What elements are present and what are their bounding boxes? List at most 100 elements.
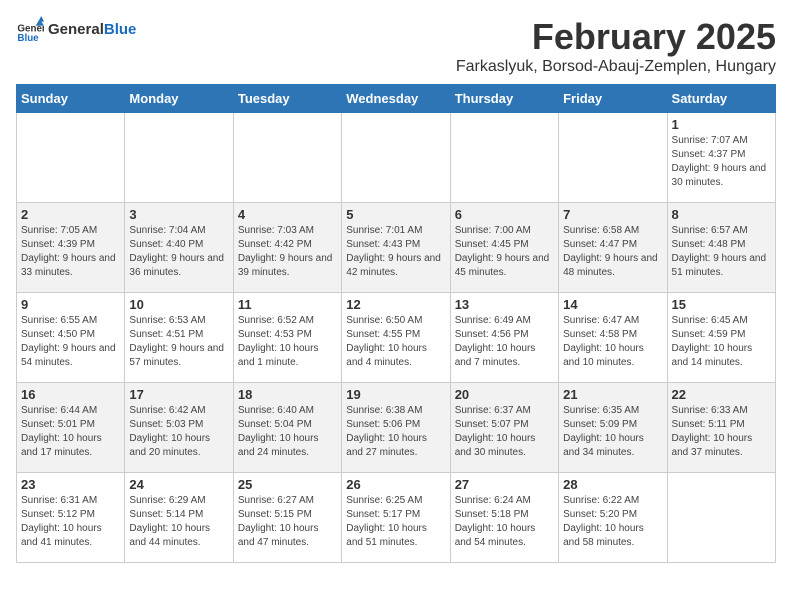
weekday-header-tuesday: Tuesday [233, 85, 341, 113]
logo: General Blue GeneralBlue [16, 16, 136, 44]
calendar-cell: 14 Sunrise: 6:47 AM Sunset: 4:58 PM Dayli… [559, 293, 667, 383]
weekday-header-sunday: Sunday [17, 85, 125, 113]
weekday-header-row: SundayMondayTuesdayWednesdayThursdayFrid… [17, 85, 776, 113]
calendar-cell [342, 113, 450, 203]
calendar-cell: 16 Sunrise: 6:44 AM Sunset: 5:01 PM Dayli… [17, 383, 125, 473]
day-info: Sunrise: 6:24 AM Sunset: 5:18 PM Dayligh… [455, 494, 554, 550]
day-info: Sunrise: 6:33 AM Sunset: 5:11 PM Dayligh… [672, 404, 771, 460]
day-info: Sunrise: 6:47 AM Sunset: 4:58 PM Dayligh… [563, 314, 662, 370]
calendar-cell: 27 Sunrise: 6:24 AM Sunset: 5:18 PM Dayli… [450, 473, 558, 563]
calendar-cell: 9 Sunrise: 6:55 AM Sunset: 4:50 PM Daylig… [17, 293, 125, 383]
calendar-cell: 25Sunrise: 6:27 AM Sunset: 5:15 PM Dayli… [233, 473, 341, 563]
calendar-cell: 15 Sunrise: 6:45 AM Sunset: 4:59 PM Dayli… [667, 293, 775, 383]
day-info: Sunrise: 7:03 AM Sunset: 4:42 PM Dayligh… [238, 224, 337, 280]
calendar-cell: 7 Sunrise: 6:58 AM Sunset: 4:47 PM Daylig… [559, 203, 667, 293]
day-number: 27 [455, 477, 554, 492]
day-number: 16 [21, 387, 120, 402]
svg-text:Blue: Blue [17, 33, 39, 44]
calendar-cell: 10 Sunrise: 6:53 AM Sunset: 4:51 PM Dayli… [125, 293, 233, 383]
weekday-header-thursday: Thursday [450, 85, 558, 113]
calendar-cell [667, 473, 775, 563]
day-info: Sunrise: 6:58 AM Sunset: 4:47 PM Dayligh… [563, 224, 662, 280]
calendar-cell: 4 Sunrise: 7:03 AM Sunset: 4:42 PM Daylig… [233, 203, 341, 293]
calendar-cell [17, 113, 125, 203]
day-info: Sunrise: 6:22 AM Sunset: 5:20 PM Dayligh… [563, 494, 662, 550]
calendar-week-row: 9 Sunrise: 6:55 AM Sunset: 4:50 PM Daylig… [17, 293, 776, 383]
day-number: 6 [455, 207, 554, 222]
day-number: 4 [238, 207, 337, 222]
day-number: 13 [455, 297, 554, 312]
calendar-cell [559, 113, 667, 203]
day-number: 17 [129, 387, 228, 402]
calendar-cell: 23Sunrise: 6:31 AM Sunset: 5:12 PM Dayli… [17, 473, 125, 563]
calendar-cell: 11 Sunrise: 6:52 AM Sunset: 4:53 PM Dayli… [233, 293, 341, 383]
calendar-cell: 20Sunrise: 6:37 AM Sunset: 5:07 PM Dayli… [450, 383, 558, 473]
day-info: Sunrise: 6:45 AM Sunset: 4:59 PM Dayligh… [672, 314, 771, 370]
day-info: Sunrise: 6:31 AM Sunset: 5:12 PM Dayligh… [21, 494, 120, 550]
calendar-cell: 21 Sunrise: 6:35 AM Sunset: 5:09 PM Dayli… [559, 383, 667, 473]
calendar-cell: 19Sunrise: 6:38 AM Sunset: 5:06 PM Dayli… [342, 383, 450, 473]
calendar-cell: 18 Sunrise: 6:40 AM Sunset: 5:04 PM Dayli… [233, 383, 341, 473]
day-info: Sunrise: 6:40 AM Sunset: 5:04 PM Dayligh… [238, 404, 337, 460]
day-number: 8 [672, 207, 771, 222]
day-number: 12 [346, 297, 445, 312]
day-info: Sunrise: 6:55 AM Sunset: 4:50 PM Dayligh… [21, 314, 120, 370]
logo-icon: General Blue [16, 16, 44, 44]
day-number: 10 [129, 297, 228, 312]
day-info: Sunrise: 6:57 AM Sunset: 4:48 PM Dayligh… [672, 224, 771, 280]
day-info: Sunrise: 6:52 AM Sunset: 4:53 PM Dayligh… [238, 314, 337, 370]
day-number: 21 [563, 387, 662, 402]
day-info: Sunrise: 7:01 AM Sunset: 4:43 PM Dayligh… [346, 224, 445, 280]
day-number: 18 [238, 387, 337, 402]
calendar-cell: 22 Sunrise: 6:33 AM Sunset: 5:11 PM Dayli… [667, 383, 775, 473]
day-number: 11 [238, 297, 337, 312]
day-number: 3 [129, 207, 228, 222]
day-info: Sunrise: 7:05 AM Sunset: 4:39 PM Dayligh… [21, 224, 120, 280]
weekday-header-saturday: Saturday [667, 85, 775, 113]
calendar-cell: 17 Sunrise: 6:42 AM Sunset: 5:03 PM Dayli… [125, 383, 233, 473]
day-info: Sunrise: 6:44 AM Sunset: 5:01 PM Dayligh… [21, 404, 120, 460]
day-number: 22 [672, 387, 771, 402]
day-info: Sunrise: 6:42 AM Sunset: 5:03 PM Dayligh… [129, 404, 228, 460]
day-number: 14 [563, 297, 662, 312]
calendar-cell: 26 Sunrise: 6:25 AM Sunset: 5:17 PM Dayli… [342, 473, 450, 563]
month-title: February 2025 [456, 16, 776, 58]
day-number: 1 [672, 117, 771, 132]
day-number: 24 [129, 477, 228, 492]
day-number: 5 [346, 207, 445, 222]
day-info: Sunrise: 6:53 AM Sunset: 4:51 PM Dayligh… [129, 314, 228, 370]
day-info: Sunrise: 7:00 AM Sunset: 4:45 PM Dayligh… [455, 224, 554, 280]
calendar-cell [450, 113, 558, 203]
calendar-cell: 1Sunrise: 7:07 AM Sunset: 4:37 PM Daylig… [667, 113, 775, 203]
calendar-week-row: 2 Sunrise: 7:05 AM Sunset: 4:39 PM Daylig… [17, 203, 776, 293]
day-info: Sunrise: 6:25 AM Sunset: 5:17 PM Dayligh… [346, 494, 445, 550]
day-number: 7 [563, 207, 662, 222]
weekday-header-monday: Monday [125, 85, 233, 113]
calendar-cell [233, 113, 341, 203]
day-number: 2 [21, 207, 120, 222]
calendar-week-row: 23Sunrise: 6:31 AM Sunset: 5:12 PM Dayli… [17, 473, 776, 563]
day-info: Sunrise: 7:04 AM Sunset: 4:40 PM Dayligh… [129, 224, 228, 280]
calendar-week-row: 1Sunrise: 7:07 AM Sunset: 4:37 PM Daylig… [17, 113, 776, 203]
calendar-week-row: 16 Sunrise: 6:44 AM Sunset: 5:01 PM Dayli… [17, 383, 776, 473]
calendar-cell: 13Sunrise: 6:49 AM Sunset: 4:56 PM Dayli… [450, 293, 558, 383]
day-info: Sunrise: 6:37 AM Sunset: 5:07 PM Dayligh… [455, 404, 554, 460]
day-info: Sunrise: 6:35 AM Sunset: 5:09 PM Dayligh… [563, 404, 662, 460]
day-number: 28 [563, 477, 662, 492]
calendar-cell: 3 Sunrise: 7:04 AM Sunset: 4:40 PM Daylig… [125, 203, 233, 293]
title-area: February 2025 Farkaslyuk, Borsod-Abauj-Z… [456, 16, 776, 76]
calendar-cell: 24 Sunrise: 6:29 AM Sunset: 5:14 PM Dayli… [125, 473, 233, 563]
page-header: General Blue GeneralBlue February 2025 F… [16, 16, 776, 76]
calendar-cell: 12 Sunrise: 6:50 AM Sunset: 4:55 PM Dayli… [342, 293, 450, 383]
weekday-header-friday: Friday [559, 85, 667, 113]
logo-general-text: GeneralBlue [48, 22, 136, 39]
calendar-cell: 8 Sunrise: 6:57 AM Sunset: 4:48 PM Daylig… [667, 203, 775, 293]
day-info: Sunrise: 6:29 AM Sunset: 5:14 PM Dayligh… [129, 494, 228, 550]
day-number: 9 [21, 297, 120, 312]
day-info: Sunrise: 6:27 AM Sunset: 5:15 PM Dayligh… [238, 494, 337, 550]
day-number: 15 [672, 297, 771, 312]
day-number: 26 [346, 477, 445, 492]
day-info: Sunrise: 6:50 AM Sunset: 4:55 PM Dayligh… [346, 314, 445, 370]
weekday-header-wednesday: Wednesday [342, 85, 450, 113]
calendar-cell: 28 Sunrise: 6:22 AM Sunset: 5:20 PM Dayli… [559, 473, 667, 563]
